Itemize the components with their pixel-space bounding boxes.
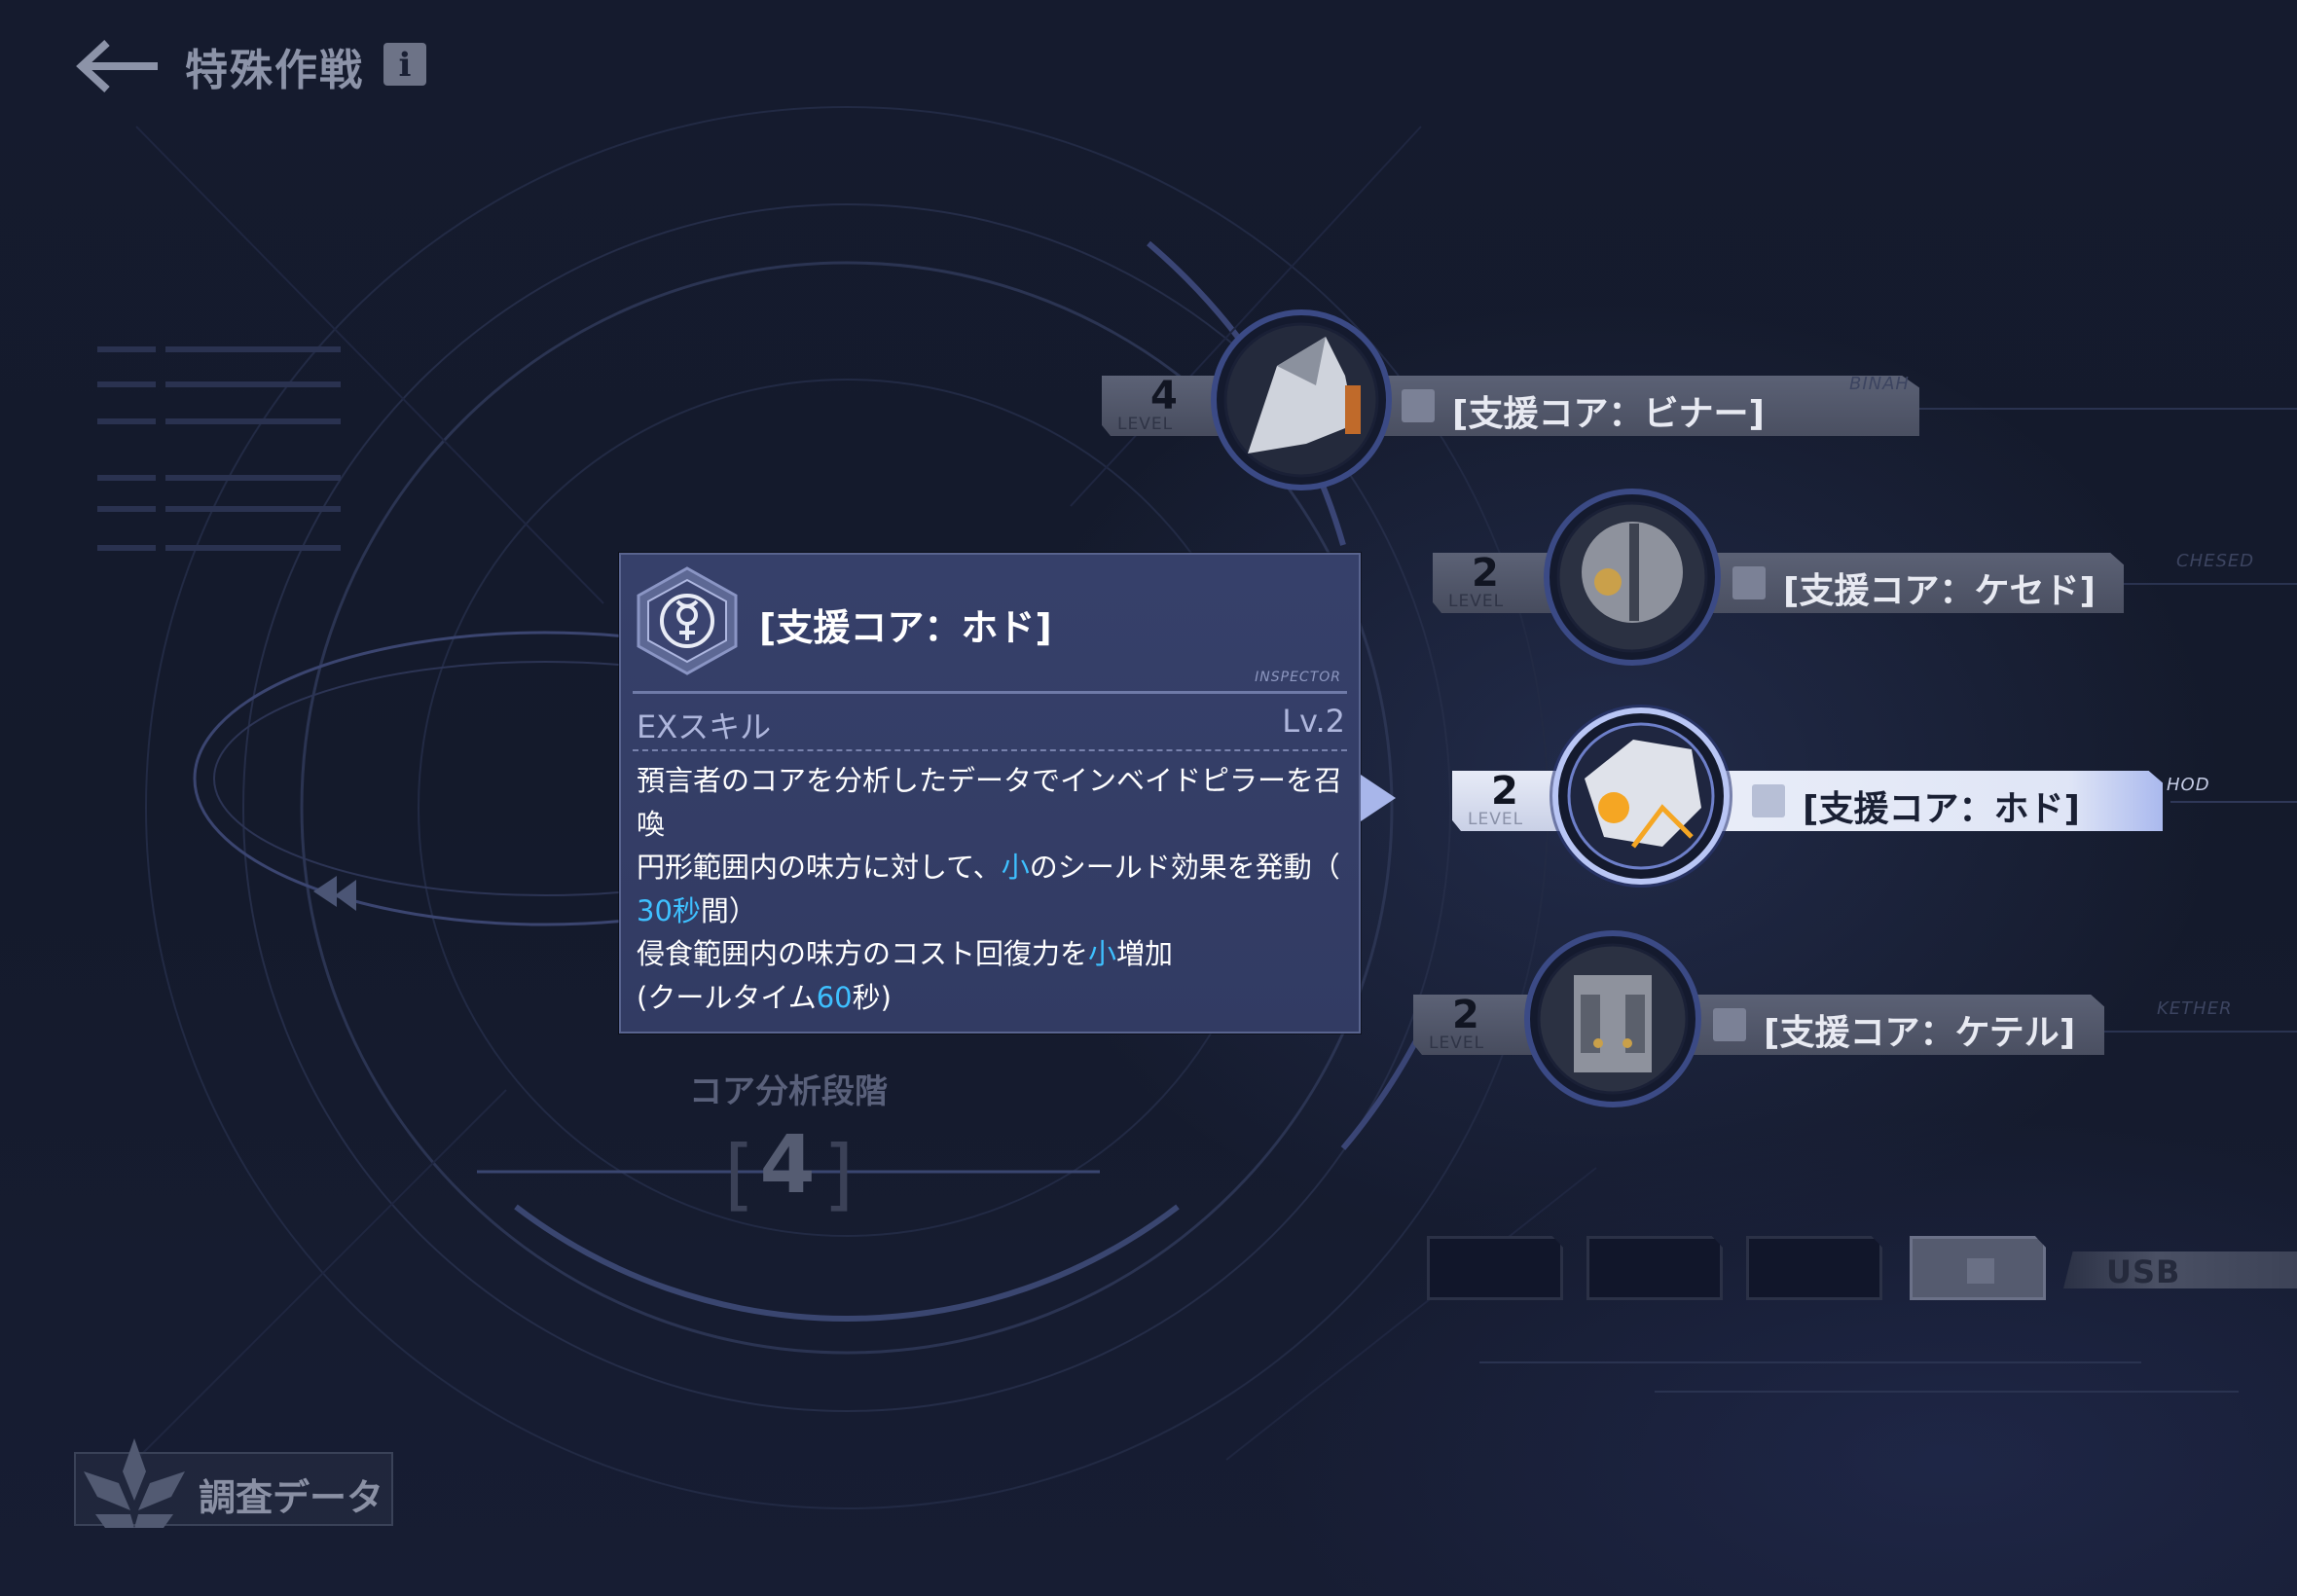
skill-tooltip: [支援コア：ホド] INSPECTOR EXスキル Lv.2 預言者のコアを分析… <box>619 553 1361 1034</box>
binah-portrait-icon <box>1211 309 1392 490</box>
desc-line-5: (クールタイム <box>637 980 817 1014</box>
core-tag-hod: HOD <box>2167 775 2210 795</box>
usb-bar: USB <box>2063 1251 2297 1288</box>
tooltip-title: [支援コア：ホド] <box>759 606 1052 649</box>
chesed-icon <box>1732 566 1766 599</box>
desc-line-2: 円形範囲内の味方に対して、 <box>637 851 1002 884</box>
core-analysis-value: 4 <box>759 1119 816 1212</box>
skill-description: 預言者のコアを分析したデータでインベイドピラーを召喚 円形範囲内の味方に対して、… <box>637 759 1347 1019</box>
chip-slot-3[interactable] <box>1746 1236 1882 1300</box>
desc-highlight: 小 <box>1001 851 1030 884</box>
core-name: [支援コア：ケセド] <box>1783 571 2096 611</box>
desc-line-5-tail: 秒) <box>852 980 892 1014</box>
hod-emblem-icon <box>637 566 738 675</box>
kether-icon <box>1713 1008 1746 1041</box>
back-arrow-icon <box>76 40 158 92</box>
core-level: 2 <box>1491 769 1518 814</box>
chip-icon <box>1967 1258 1994 1284</box>
level-caption: LEVEL <box>1117 415 1174 434</box>
core-tag-binah: BINAH <box>1849 374 1910 394</box>
core-item-binah[interactable]: 4 LEVEL [支援コア：ビナー] <box>1102 309 1919 490</box>
usb-label: USB <box>2106 1253 2181 1290</box>
tooltip-pointer-icon <box>1361 775 1396 821</box>
info-button[interactable]: i <box>383 43 426 86</box>
desc-highlight: 60 <box>816 980 853 1014</box>
core-name: [支援コア：ビナー] <box>1452 394 1765 434</box>
desc-line-1: 預言者のコアを分析したデータでインベイドピラーを召喚 <box>637 764 1343 841</box>
core-tag-chesed: CHESED <box>2176 551 2255 571</box>
desc-line-3-tail: 間） <box>700 893 757 927</box>
core-item-hod[interactable]: 2 LEVEL [支援コア：ホド] <box>1452 705 2163 888</box>
binah-icon <box>1402 389 1435 422</box>
kether-portrait-icon <box>1524 930 1701 1107</box>
desc-line-4: 侵食範囲内の味方のコスト回復力を <box>637 937 1089 970</box>
tooltip-dashed-divider <box>633 749 1347 751</box>
skill-type-label: EXスキル <box>637 708 772 745</box>
chip-slot-1[interactable] <box>1427 1236 1563 1300</box>
desc-line-2-tail: のシールド効果を発動（ <box>1029 851 1340 884</box>
back-button[interactable] <box>74 37 162 95</box>
core-name: [支援コア：ケテル] <box>1764 1013 2076 1053</box>
tooltip-divider <box>633 691 1347 694</box>
level-caption: LEVEL <box>1429 1034 1485 1053</box>
core-tag-kether: KETHER <box>2157 998 2233 1019</box>
core-item-chesed[interactable]: 2 LEVEL [支援コア：ケセド] <box>1433 489 2133 666</box>
desc-line-4-tail: 増加 <box>1116 937 1174 970</box>
desc-highlight: 30秒 <box>637 893 701 927</box>
core-item-kether[interactable]: 2 LEVEL [支援コア：ケテル] <box>1413 930 2114 1107</box>
core-level: 2 <box>1452 993 1479 1037</box>
desc-highlight: 小 <box>1088 937 1117 970</box>
page-title: 特殊作戦 <box>185 46 364 95</box>
chip-slot-2[interactable] <box>1586 1236 1723 1300</box>
survey-data-button[interactable]: 調査データ <box>74 1438 393 1528</box>
chip-slot-4[interactable] <box>1910 1236 2046 1300</box>
leaf-emblem-icon <box>84 1438 185 1528</box>
inspector-tag: INSPECTOR <box>1255 670 1341 685</box>
core-name: [支援コア：ホド] <box>1803 789 2080 829</box>
core-level: 2 <box>1472 551 1499 596</box>
core-level: 4 <box>1150 374 1178 418</box>
hod-portrait-icon <box>1550 705 1732 888</box>
hod-icon <box>1752 784 1785 817</box>
level-caption: LEVEL <box>1448 592 1505 611</box>
core-analysis-label: コア分析段階 <box>689 1072 888 1111</box>
game-screen: 特殊作戦 i 調査データ コア分析段階 [ ] 4 [支援コア：ホド] INSP… <box>0 0 2297 1596</box>
chesed-portrait-icon <box>1544 489 1721 666</box>
level-caption: LEVEL <box>1468 810 1524 829</box>
survey-data-label: 調査データ <box>199 1476 384 1519</box>
skill-level-label: Lv.2 <box>1282 703 1345 740</box>
